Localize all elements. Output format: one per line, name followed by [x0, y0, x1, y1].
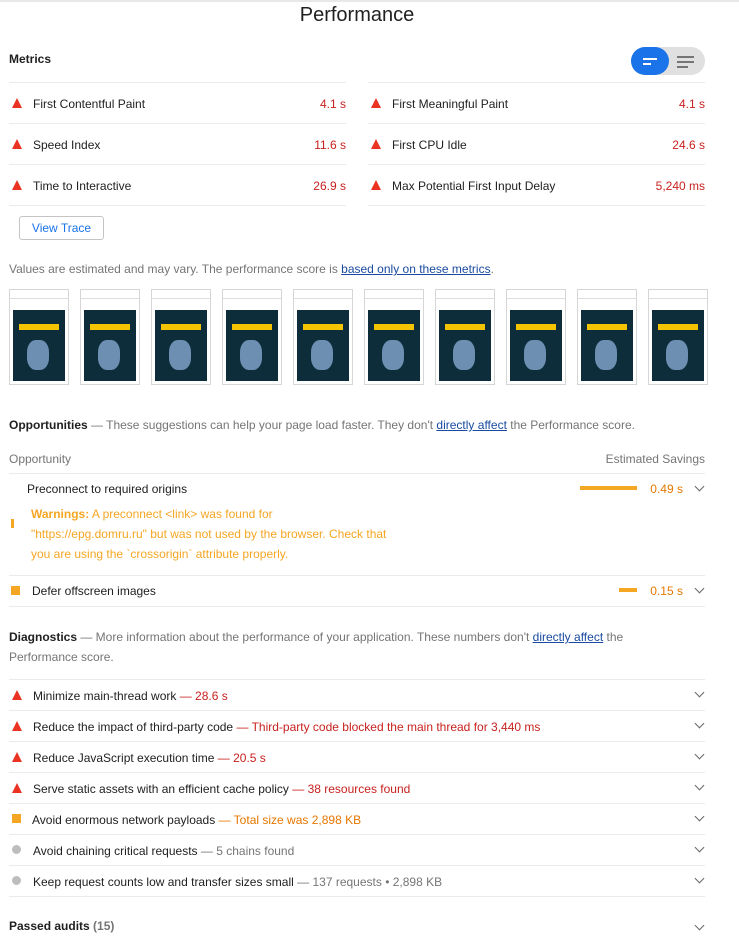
fail-triangle-icon — [12, 752, 22, 762]
fail-triangle-icon — [12, 690, 22, 700]
metrics-note: Values are estimated and may vary. The p… — [9, 262, 494, 276]
col-opportunity: Opportunity — [9, 452, 72, 466]
fail-triangle-icon — [12, 98, 22, 108]
opportunity-value: 0.49 s — [650, 482, 683, 496]
metrics-left-column: First Contentful Paint 4.1 s Speed Index 1… — [9, 82, 346, 206]
chevron-down-icon[interactable] — [694, 749, 705, 760]
toggle-compact-active[interactable] — [631, 47, 669, 75]
fail-triangle-icon — [12, 139, 22, 149]
diagnostic-row[interactable]: Reduce the impact of third-party code — … — [9, 710, 705, 741]
metric-row: Time to Interactive 26.9 s — [9, 164, 346, 205]
warning-marker-icon — [11, 519, 14, 528]
page-title: Performance — [299, 4, 415, 26]
filmstrip-frame — [9, 289, 69, 385]
chevron-down-icon[interactable] — [694, 583, 705, 594]
info-circle-icon — [12, 876, 21, 885]
toggle-expanded-icon[interactable] — [677, 56, 694, 71]
metric-value: 24.6 s — [672, 138, 705, 152]
average-square-icon — [11, 586, 20, 595]
metric-row: First CPU Idle 24.6 s — [368, 123, 705, 164]
filmstrip-frame — [80, 289, 140, 385]
chevron-down-icon[interactable] — [694, 718, 705, 729]
metric-label: Speed Index — [33, 138, 101, 152]
chevron-down-icon[interactable] — [694, 687, 705, 698]
top-divider — [0, 0, 739, 2]
info-circle-icon — [12, 845, 21, 854]
fail-triangle-icon — [12, 783, 22, 793]
diagnostic-row[interactable]: Avoid enormous network payloads — Total … — [9, 803, 705, 834]
filmstrip-frame — [293, 289, 353, 385]
opportunity-defer-offscreen[interactable]: Defer offscreen images 0.15 s — [9, 576, 705, 607]
metric-value: 4.1 s — [678, 97, 705, 111]
opportunity-value: 0.15 s — [650, 584, 683, 598]
diagnostic-row[interactable]: Reduce JavaScript execution time — 20.5 … — [9, 741, 705, 772]
filmstrip-frame — [151, 289, 211, 385]
diagnostic-row[interactable]: Minimize main-thread work — 28.6 s — [9, 679, 705, 710]
diagnostics-directly-affect-link[interactable]: directly affect — [533, 630, 603, 644]
diagnostics-heading: Diagnostics — More information about the… — [9, 630, 624, 664]
metric-label: First Meaningful Paint — [392, 97, 509, 111]
filmstrip-frame — [222, 289, 282, 385]
metric-label: First CPU Idle — [392, 138, 467, 152]
opportunities-table-header: Opportunity Estimated Savings — [9, 452, 705, 474]
filmstrip-frame — [435, 289, 495, 385]
chevron-down-icon[interactable] — [694, 842, 705, 853]
passed-audits-toggle[interactable]: Passed audits (15) — [9, 919, 114, 933]
fail-triangle-icon — [371, 98, 381, 108]
metric-label: Time to Interactive — [33, 179, 132, 193]
opportunity-label: Defer offscreen images — [32, 584, 156, 598]
metrics-note-link[interactable]: based only on these metrics — [341, 262, 490, 276]
metric-value: 26.9 s — [313, 179, 346, 193]
metric-row: Speed Index 11.6 s — [9, 123, 346, 164]
filmstrip — [9, 289, 708, 386]
metric-row: First Contentful Paint 4.1 s — [9, 82, 346, 123]
filmstrip-frame — [364, 289, 424, 385]
opportunity-preconnect[interactable]: Preconnect to required origins 0.49 s Wa… — [9, 474, 705, 576]
metric-row: Max Potential First Input Delay 5,240 ms — [368, 164, 705, 205]
diagnostic-row[interactable]: Keep request counts low and transfer siz… — [9, 865, 705, 897]
metric-value: 5,240 ms — [655, 179, 705, 193]
metrics-right-column: First Meaningful Paint 4.1 s First CPU Id… — [368, 82, 705, 206]
filmstrip-frame — [506, 289, 566, 385]
filmstrip-frame — [648, 289, 708, 385]
chevron-down-icon[interactable] — [694, 811, 705, 822]
chevron-down-icon[interactable] — [694, 873, 705, 884]
filmstrip-frame — [577, 289, 637, 385]
warning-text: Warnings: A preconnect <link> was found … — [31, 507, 387, 561]
average-square-icon — [12, 814, 21, 823]
chevron-down-icon[interactable] — [694, 920, 705, 931]
metrics-heading: Metrics — [9, 52, 52, 66]
chevron-down-icon[interactable] — [694, 780, 705, 791]
col-estimated-savings: Estimated Savings — [605, 452, 705, 466]
fail-triangle-icon — [371, 139, 381, 149]
metric-value: 4.1 s — [319, 97, 346, 111]
savings-bar — [580, 486, 637, 490]
view-trace-button[interactable]: View Trace — [19, 216, 104, 240]
metric-label: Max Potential First Input Delay — [392, 179, 556, 193]
diagnostic-row[interactable]: Avoid chaining critical requests — 5 cha… — [9, 834, 705, 865]
fail-triangle-icon — [371, 180, 381, 190]
metric-row: First Meaningful Paint 4.1 s — [368, 82, 705, 123]
opportunities-heading: Opportunities — These suggestions can he… — [9, 418, 635, 432]
metric-label: First Contentful Paint — [33, 97, 146, 111]
opportunity-label: Preconnect to required origins — [27, 482, 188, 496]
metric-value: 11.6 s — [314, 138, 346, 152]
view-toggle[interactable] — [631, 47, 705, 75]
opportunities-directly-affect-link[interactable]: directly affect — [436, 418, 506, 432]
chevron-down-icon[interactable] — [694, 481, 705, 492]
fail-triangle-icon — [12, 721, 22, 731]
fail-triangle-icon — [12, 180, 22, 190]
savings-bar — [619, 588, 637, 592]
diagnostic-row[interactable]: Serve static assets with an efficient ca… — [9, 772, 705, 803]
